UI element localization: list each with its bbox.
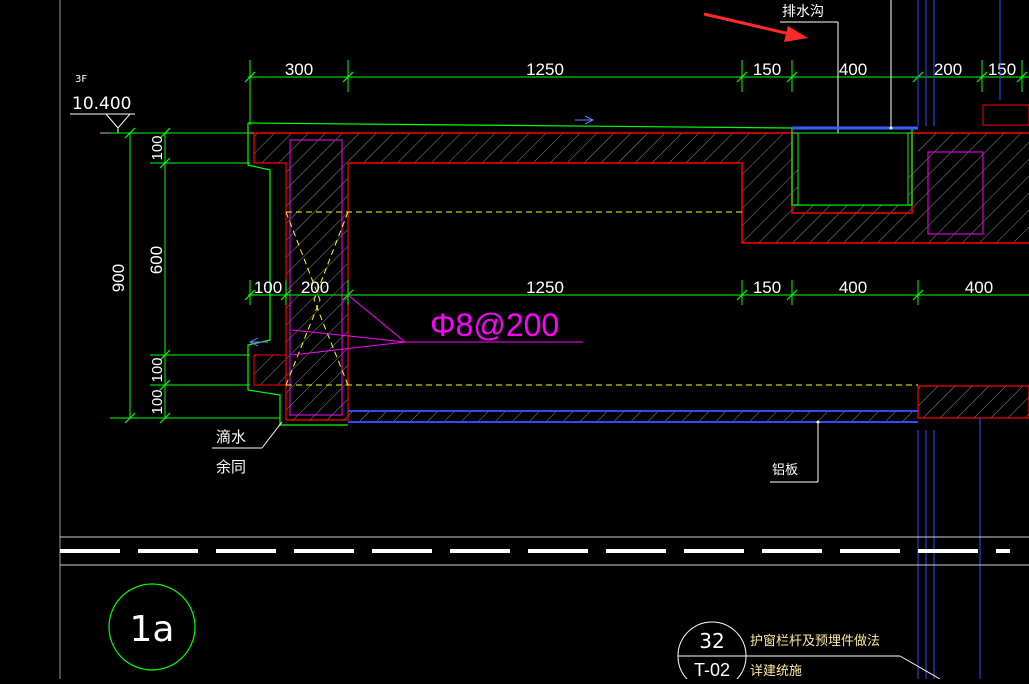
- left-dim-900: 900: [109, 264, 128, 292]
- detail-note-line1: 护窗栏杆及预埋件做法: [750, 633, 880, 649]
- section-marker: 1a: [108, 583, 196, 671]
- window-frame: [917, 0, 1001, 679]
- left-dim-100-top: 100: [149, 135, 166, 160]
- concrete-section: [247, 104, 1029, 426]
- left-dim-600: 600: [147, 246, 166, 274]
- top-dim-200: 200: [934, 60, 962, 79]
- aluminum-plate-label: 铝板: [770, 420, 820, 483]
- middle-dimension-line: 100 200 1250 150 400 400: [244, 278, 1029, 305]
- mid-dim-1250: 1250: [526, 278, 564, 297]
- elevation-mark: 3F 10.400: [70, 74, 135, 133]
- mid-dim-100: 100: [254, 278, 282, 297]
- elevation-value: 10.400: [72, 94, 131, 114]
- left-dim-100-b: 100: [149, 389, 166, 414]
- top-dim-300: 300: [285, 60, 313, 79]
- top-dim-1250: 1250: [526, 60, 564, 79]
- rest-same-label: 余同: [216, 458, 246, 476]
- grid-axis: [60, 536, 1029, 566]
- left-dim-100-a: 100: [149, 357, 166, 382]
- cad-drawing-canvas[interactable]: 3F 10.400 300 1250 150 400 200 150 排水沟 1…: [0, 0, 1029, 684]
- cad-section-drawing: 3F 10.400 300 1250 150 400 200 150 排水沟 1…: [59, 0, 1029, 684]
- detail-reference: 32 T-02 护窗栏杆及预埋件做法 详建统施: [677, 621, 941, 684]
- detail-sheet: T-02: [694, 660, 730, 679]
- floor-label: 3F: [75, 74, 87, 85]
- top-dim-150b: 150: [988, 60, 1016, 79]
- mid-dim-400: 400: [839, 278, 867, 297]
- mid-dim-150: 150: [753, 278, 781, 297]
- svg-text:滴水: 滴水: [216, 428, 246, 446]
- mid-dim-400b: 400: [965, 278, 993, 297]
- top-dim-400: 400: [839, 60, 867, 79]
- mid-dim-200: 200: [301, 278, 329, 297]
- detail-number: 32: [699, 629, 724, 653]
- svg-text:排水沟: 排水沟: [782, 4, 824, 20]
- drip-label: 滴水 余同: [212, 421, 283, 476]
- rebar-spec: Φ8@200: [430, 307, 559, 343]
- svg-text:铝板: 铝板: [772, 463, 798, 478]
- top-dimension-line: 300 1250 150 400 200 150: [244, 60, 1029, 125]
- detail-note-line2: 详建统施: [750, 664, 802, 679]
- top-dim-150: 150: [753, 60, 781, 79]
- section-id: 1a: [130, 609, 175, 650]
